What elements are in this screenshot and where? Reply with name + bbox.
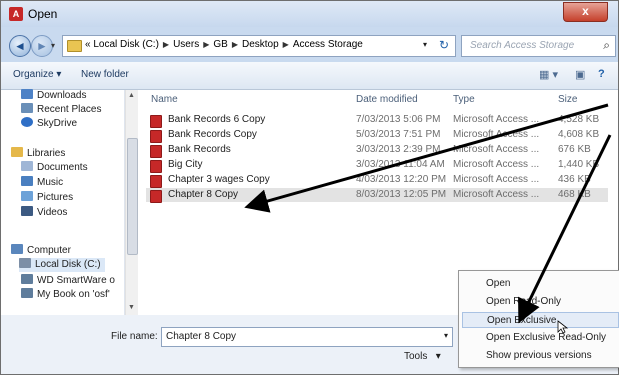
annotation-arrows <box>244 103 612 324</box>
annotation-arrow <box>244 103 609 213</box>
annotation-arrow <box>518 134 612 324</box>
